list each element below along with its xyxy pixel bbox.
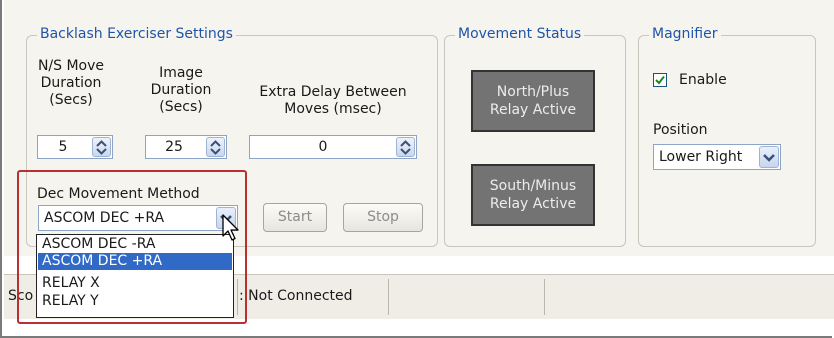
enable-label: Enable <box>679 72 727 88</box>
ns-move-duration-label: N/S Move Duration (Secs) <box>37 58 105 108</box>
chevron-down-icon <box>763 154 775 162</box>
image-duration-spinner[interactable]: 25 <box>145 135 227 159</box>
extra-delay-spinner[interactable]: 0 <box>249 135 417 159</box>
checkmark-icon <box>655 75 665 85</box>
spin-arrows-icon <box>210 140 221 155</box>
spin-arrows-icon <box>96 140 107 155</box>
position-combo[interactable]: Lower Right <box>653 144 781 170</box>
stop-button[interactable]: Stop <box>343 203 423 232</box>
window-frame: Backlash Exerciser Settings N/S Move Dur… <box>0 0 834 338</box>
north-relay-indicator: North/Plus Relay Active <box>471 70 595 132</box>
backlash-group-title: Backlash Exerciser Settings <box>37 26 236 42</box>
mouse-cursor-icon <box>222 214 239 241</box>
movement-status-title: Movement Status <box>455 26 585 42</box>
ns-move-spin-buttons[interactable] <box>92 137 111 157</box>
image-duration-spin-buttons[interactable] <box>206 137 225 157</box>
connection-status: : Not Connected <box>239 288 353 304</box>
annotation-highlight-box <box>17 170 247 324</box>
magnifier-title: Magnifier <box>649 26 721 42</box>
start-button[interactable]: Start <box>263 203 327 232</box>
position-value: Lower Right <box>659 149 743 165</box>
extra-delay-value: 0 <box>318 139 328 155</box>
magnifier-group: Magnifier Enable Position Lower Right <box>638 26 816 247</box>
image-duration-label: Image Duration (Secs) <box>150 65 212 115</box>
position-label: Position <box>653 122 708 138</box>
image-duration-value: 25 <box>165 139 183 155</box>
position-dropdown-button[interactable] <box>759 146 779 168</box>
extra-delay-spin-buttons[interactable] <box>396 137 415 157</box>
enable-checkbox[interactable] <box>653 73 667 87</box>
south-relay-indicator: South/Minus Relay Active <box>471 164 595 226</box>
movement-status-group: Movement Status North/Plus Relay Active … <box>444 26 626 247</box>
statusbar-separator <box>544 279 545 315</box>
statusbar-separator <box>388 279 389 315</box>
ns-move-duration-value: 5 <box>58 139 68 155</box>
extra-delay-label: Extra Delay Between Moves (msec) <box>259 84 407 117</box>
spin-arrows-icon <box>400 140 411 155</box>
ns-move-duration-spinner[interactable]: 5 <box>37 135 113 159</box>
